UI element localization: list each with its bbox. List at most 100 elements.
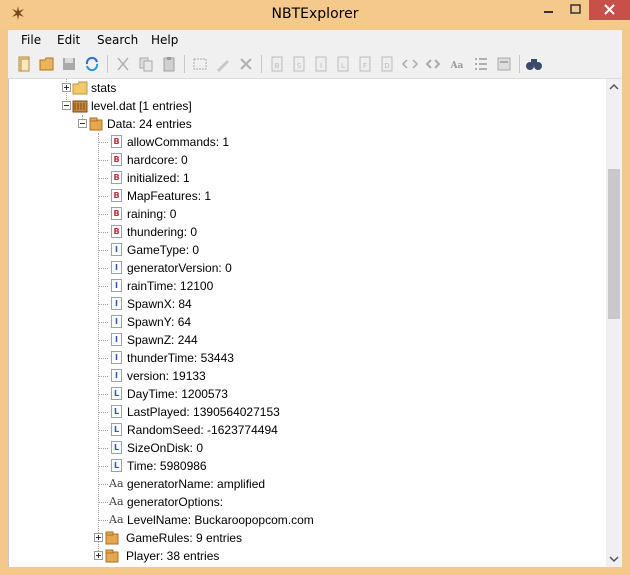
tree-node-tag[interactable]: Binitialized: 1 (9, 169, 607, 187)
tree-node-tag[interactable]: Aa generatorOptions: (9, 493, 607, 511)
tree-node-label: MapFeatures: 1 (127, 189, 212, 203)
menu-edit[interactable]: Edit (57, 33, 80, 47)
add-byte-array-icon[interactable] (401, 55, 419, 73)
tree-node-label: RandomSeed: -1623774494 (127, 423, 278, 437)
byte-tag-icon: B (111, 153, 122, 166)
tree-node-tag[interactable]: Aa generatorName: amplified (9, 475, 607, 493)
tree-node-label: SizeOnDisk: 0 (127, 441, 204, 455)
tree-node-label: allowCommands: 1 (127, 135, 230, 149)
tree-node-label: rainTime: 12100 (127, 279, 214, 293)
tree-node-tag[interactable]: L DayTime: 1200573 (9, 385, 607, 403)
tree-node-label: generatorName: amplified (127, 477, 266, 491)
svg-text:I: I (320, 62, 322, 70)
close-button[interactable] (589, 0, 630, 20)
add-int-icon[interactable]: I (312, 55, 330, 73)
tree-node-label: GameType: 0 (127, 243, 200, 257)
tree-node-tag[interactable]: BallowCommands: 1 (9, 133, 607, 151)
menu-search[interactable]: Search (97, 33, 138, 47)
tree-node-tag[interactable]: IgeneratorVersion: 0 (9, 259, 607, 277)
tree-node-label: Player: 38 entries (126, 549, 220, 563)
tree-node-label: LevelName: Buckaroopopcom.com (127, 513, 314, 527)
tree-guide-line (98, 178, 108, 180)
string-tag-icon: Aa (109, 477, 124, 490)
tree-node-tag[interactable]: Bhardcore: 0 (9, 151, 607, 169)
vertical-scrollbar[interactable] (606, 79, 622, 567)
tree-node-tag[interactable]: IrainTime: 12100 (9, 277, 607, 295)
tree-node-tag[interactable]: L SizeOnDisk: 0 (9, 439, 607, 457)
tree-guide-line (98, 142, 108, 144)
window-bottom-border (8, 567, 622, 575)
tree-node-tag[interactable]: I SpawnY: 64 (9, 313, 607, 331)
tree-node-tag[interactable]: B MapFeatures: 1 (9, 187, 607, 205)
add-string-icon[interactable]: Aa (448, 55, 466, 73)
tree-node-label: hardcore: 0 (127, 153, 188, 167)
cut-icon[interactable] (114, 55, 132, 73)
tree-node-tag[interactable]: Aa LevelName: Buckaroopopcom.com (9, 511, 607, 529)
add-float-icon[interactable]: F (356, 55, 374, 73)
tree-node-label: DayTime: 1200573 (127, 387, 228, 401)
menu-file[interactable]: File (21, 33, 41, 47)
find-icon[interactable] (525, 55, 543, 73)
collapse-toggle[interactable] (62, 101, 71, 110)
maximize-icon (570, 4, 581, 14)
scrollbar-thumb[interactable] (608, 169, 620, 319)
tree-node-label: Time: 5980986 (127, 459, 207, 473)
toolbar: B S I L F D Aa (8, 50, 622, 79)
tree-node-label: thunderTime: 53443 (127, 351, 234, 365)
open-file-icon[interactable] (16, 55, 34, 73)
tree-node-player[interactable]: Player: 38 entries (9, 547, 607, 565)
tree-node-tag[interactable]: Iversion: 19133 (9, 367, 607, 385)
tree-guide-line (98, 160, 108, 162)
long-tag-icon: L (111, 423, 122, 436)
add-long-icon[interactable]: L (334, 55, 352, 73)
tree-node-tag[interactable]: I GameType: 0 (9, 241, 607, 259)
tree-node-stats[interactable]: stats (9, 79, 607, 97)
refresh-icon[interactable] (83, 55, 101, 73)
tree-node-gamerules[interactable]: GameRules: 9 entries (9, 529, 607, 547)
add-compound-icon[interactable] (495, 55, 513, 73)
add-list-icon[interactable] (472, 55, 490, 73)
tree-node-level-dat[interactable]: level.dat [1 entries] (9, 97, 607, 115)
tree-node-tag[interactable]: I SpawnZ: 244 (9, 331, 607, 349)
expand-toggle[interactable] (62, 83, 71, 92)
open-folder-icon[interactable] (38, 55, 56, 73)
tree-guide-line (98, 340, 108, 342)
expand-toggle[interactable] (94, 533, 103, 542)
paste-icon[interactable] (160, 55, 178, 73)
scroll-down-icon[interactable] (606, 551, 622, 567)
minimize-icon (544, 11, 553, 13)
save-icon[interactable] (60, 55, 78, 73)
menu-help[interactable]: Help (151, 33, 178, 47)
add-double-icon[interactable]: D (378, 55, 396, 73)
tree-guide-line (98, 466, 108, 468)
tree-node-tag[interactable]: Bthundering: 0 (9, 223, 607, 241)
expand-toggle[interactable] (94, 551, 103, 560)
tree-node-tag[interactable]: Braining: 0 (9, 205, 607, 223)
tree-node-tag[interactable]: I SpawnX: 84 (9, 295, 607, 313)
tree-node-tag[interactable]: IthunderTime: 53443 (9, 349, 607, 367)
string-tag-icon: Aa (109, 513, 124, 526)
compound-icon (105, 549, 119, 563)
add-short-icon[interactable]: S (290, 55, 308, 73)
add-int-array-icon[interactable] (424, 55, 442, 73)
delete-icon[interactable] (237, 55, 255, 73)
maximize-button[interactable] (563, 0, 589, 20)
minimize-button[interactable] (535, 0, 563, 20)
tree-node-data[interactable]: Data: 24 entries (9, 115, 607, 133)
tree-node-label: SpawnY: 64 (127, 315, 192, 329)
add-byte-icon[interactable]: B (268, 55, 286, 73)
copy-icon[interactable] (137, 55, 155, 73)
tree-node-label: initialized: 1 (127, 171, 190, 185)
scroll-up-icon[interactable] (606, 79, 622, 95)
tree-node-tag[interactable]: L LastPlayed: 1390564027153 (9, 403, 607, 421)
edit-icon[interactable] (214, 55, 232, 73)
int-tag-icon: I (111, 297, 122, 310)
svg-text:F: F (363, 62, 367, 70)
collapse-toggle[interactable] (78, 119, 87, 128)
tree-node-tag[interactable]: L Time: 5980986 (9, 457, 607, 475)
tree-node-tag[interactable]: L RandomSeed: -1623774494 (9, 421, 607, 439)
tree-node-label: generatorVersion: 0 (127, 261, 232, 275)
tree-node-label: SpawnZ: 244 (127, 333, 198, 347)
tree-guide-line (98, 394, 108, 396)
rename-icon[interactable] (191, 55, 209, 73)
